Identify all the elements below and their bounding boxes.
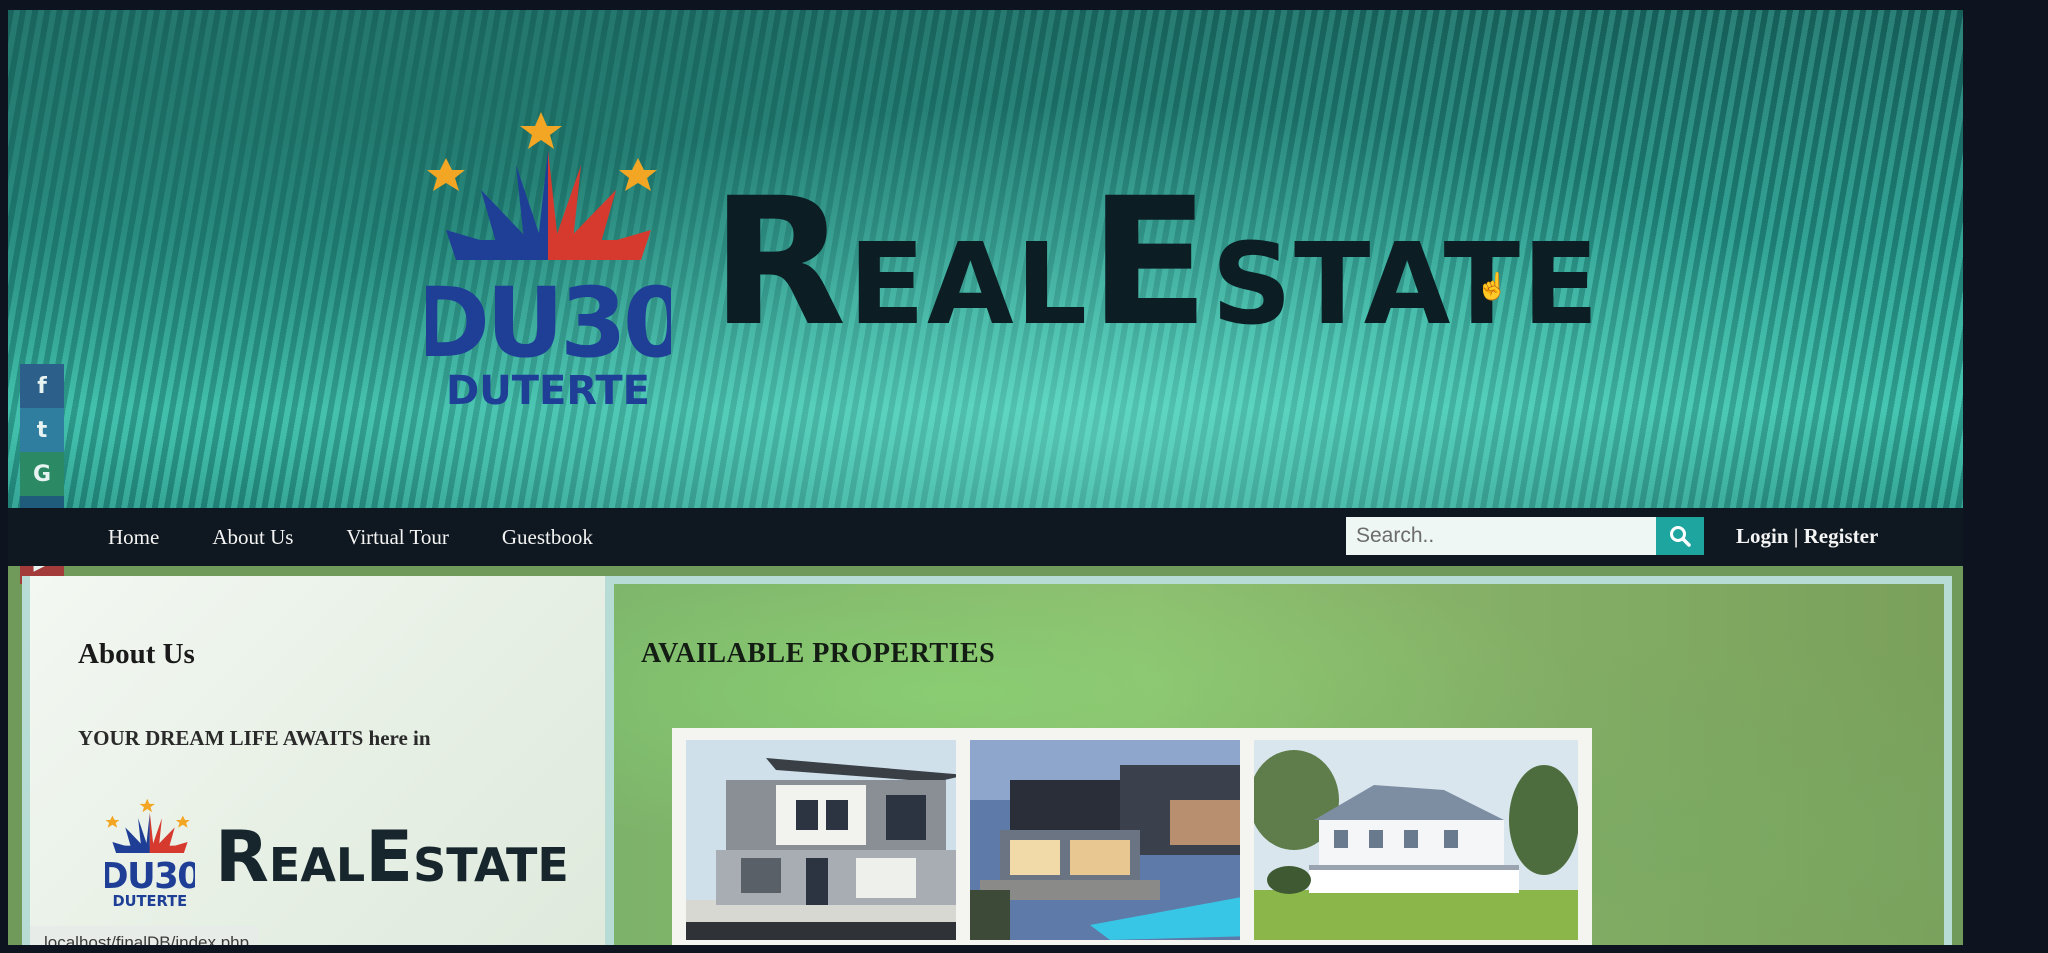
logo-du30-text: DU30 [426,267,671,379]
search-form [1346,517,1704,555]
google-glyph: G [32,461,52,487]
about-text: YOUR DREAM LIFE AWAITS here in [78,726,431,750]
nav-virtual-tour[interactable]: Virtual Tour [346,525,448,550]
small-title-letter-r: R [215,816,269,898]
small-title-eal: EAL [268,838,366,892]
nav-about-us[interactable]: About Us [212,525,293,550]
site-header-banner: DU30 DUTERTE REALESTATE ☝ [8,10,1963,508]
facebook-icon[interactable]: f [20,364,64,408]
search-input[interactable] [1346,517,1656,555]
properties-panel: AVAILABLE PROPERTIES [614,584,1944,945]
twitter-glyph: t [36,417,48,443]
nav-guestbook[interactable]: Guestbook [502,525,593,550]
small-logo-duterte-text: DUTERTE [112,893,187,908]
title-letter-e: E [1089,160,1212,365]
logo-duterte-text: DUTERTE [446,368,650,410]
title-state: STATE [1211,220,1601,350]
twitter-icon[interactable]: t [20,408,64,452]
login-register-link[interactable]: Login | Register [1736,524,1878,549]
about-title: About Us [78,638,195,670]
title-eal: EAL [848,220,1090,350]
browser-status-bar: localhost/finalDB/index.php [30,926,258,945]
title-letter-r: R [711,160,849,365]
status-url: localhost/finalDB/index.php [44,933,250,945]
properties-title: AVAILABLE PROPERTIES [641,638,996,669]
search-icon [1670,526,1691,547]
small-title-letter-e: E [365,816,414,898]
nav-home[interactable]: Home [108,525,159,550]
hand-cursor-icon: ☝ [1476,272,1509,301]
du30-logo-small: DU30 DUTERTE [105,798,195,908]
small-site-title: REALESTATE [215,816,569,898]
white-colonial-house-image [1254,740,1578,940]
site-title: REALESTATE [711,160,1601,365]
du30-logo: DU30 DUTERTE [426,112,671,410]
facebook-glyph: f [37,373,47,399]
small-logo-du30-text: DU30 [105,856,195,897]
about-panel: About Us YOUR DREAM LIFE AWAITS here in … [30,576,605,945]
main-content: About Us YOUR DREAM LIFE AWAITS here in … [22,576,1952,945]
small-title-state: STATE [413,838,569,892]
browser-viewport: DU30 DUTERTE REALESTATE ☝ f t G in ▶ Hom… [8,10,1963,945]
google-icon[interactable]: G [20,452,64,496]
search-button[interactable] [1656,517,1704,555]
main-navbar: Home About Us Virtual Tour Guestbook Log… [8,508,1963,566]
property-card[interactable] [1240,728,1592,945]
